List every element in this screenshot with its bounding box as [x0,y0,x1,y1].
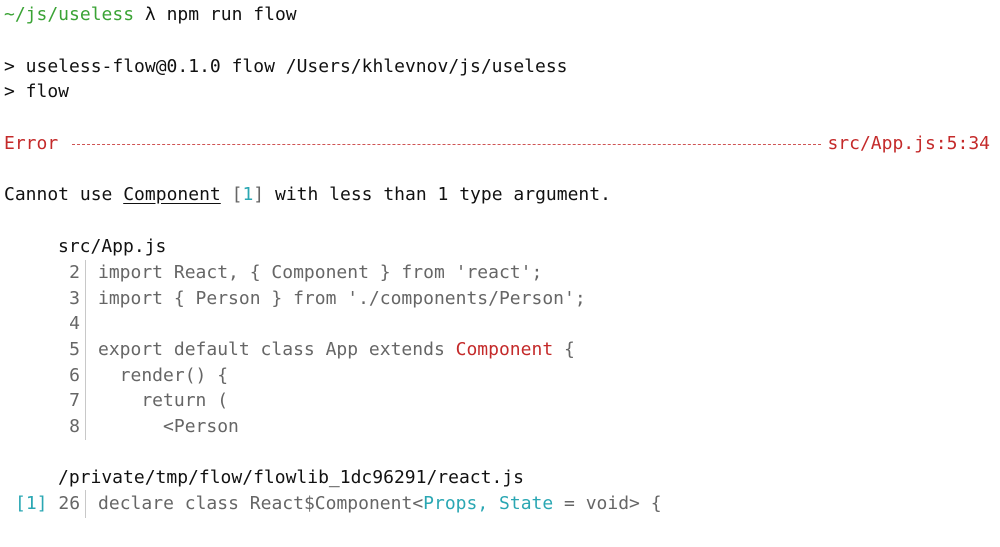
error-ref-number: 1 [242,184,254,205]
lib-code-suffix: = void> { [553,493,662,514]
prompt-line: ~/js/useless λ npm run flow [4,2,297,28]
error-message-prefix: Cannot use [4,184,124,205]
lib-code-highlight: Props, State [423,493,554,514]
gutter-bar [85,260,86,286]
error-location: src/App.js:5:34 [827,133,990,154]
lib-ref-marker: [1] [15,493,48,514]
gutter-bar [85,388,86,415]
error-header: Error src/App.js:5:34 [4,131,990,157]
error-label: Error [4,133,59,154]
code-text-prefix: export default class App extends [98,339,456,361]
line-number: 2 [69,262,80,283]
error-ref-close: ] [253,184,265,205]
line-number: 5 [69,339,80,361]
lib-file-path: /private/tmp/flow/flowlib_1dc96291/react… [58,467,524,488]
code-line: 7 return ( [58,388,586,415]
code-line: 3 import { Person } from './components/Pe… [58,285,586,312]
gutter-bar [85,337,86,363]
lib-code-prefix: declare class React$Component< [98,493,424,514]
code-text: <Person [98,416,239,438]
code-line: 6 render() { [58,362,586,389]
code-text-suffix: { [553,339,575,361]
error-ref-open: [ [220,184,243,205]
code-line: 4 [58,311,586,338]
error-divider [72,143,822,145]
code-text: import { Person } from './components/Per… [98,287,586,309]
gutter-bar [85,414,86,440]
npm-output-line-1: > useless-flow@0.1.0 flow /Users/khlevno… [4,56,568,77]
line-number: 4 [69,313,80,335]
gutter-bar [85,311,86,338]
error-message-suffix: with less than 1 type argument. [264,184,611,205]
gutter-bar [85,490,87,518]
prompt-path: ~/js/useless [4,4,135,25]
code-text: render() { [98,364,229,386]
line-number: 7 [69,390,80,412]
source-file-path: src/App.js [58,236,167,257]
npm-output-line-2: > flow [4,81,70,102]
prompt-command: npm run flow [166,4,297,25]
code-line: 8 <Person [58,414,586,440]
code-line: 2 import React, { Component } from 'react… [58,260,586,286]
prompt-symbol: λ [144,4,156,25]
gutter-bar [85,362,86,389]
line-number: 3 [69,287,80,309]
error-message: Cannot use Component [1] with less than … [4,182,611,208]
code-text: return ( [98,390,229,412]
code-line: 5 export default class App extends Compon… [58,337,586,363]
lib-code-line: [1] 26 declare class React$Component<Prop… [15,490,662,518]
source-code-block: 2 import React, { Component } from 'react… [58,260,586,440]
gutter-bar [85,285,86,312]
line-number: 26 [58,493,81,514]
code-highlight-component: Component [455,339,554,361]
terminal-window: ~/js/useless λ npm run flow > useless-fl… [0,0,1000,547]
line-number: 8 [69,416,80,438]
line-number: 6 [69,364,80,386]
code-text: import React, { Component } from 'react'… [98,262,543,283]
error-message-ident: Component [123,184,221,205]
